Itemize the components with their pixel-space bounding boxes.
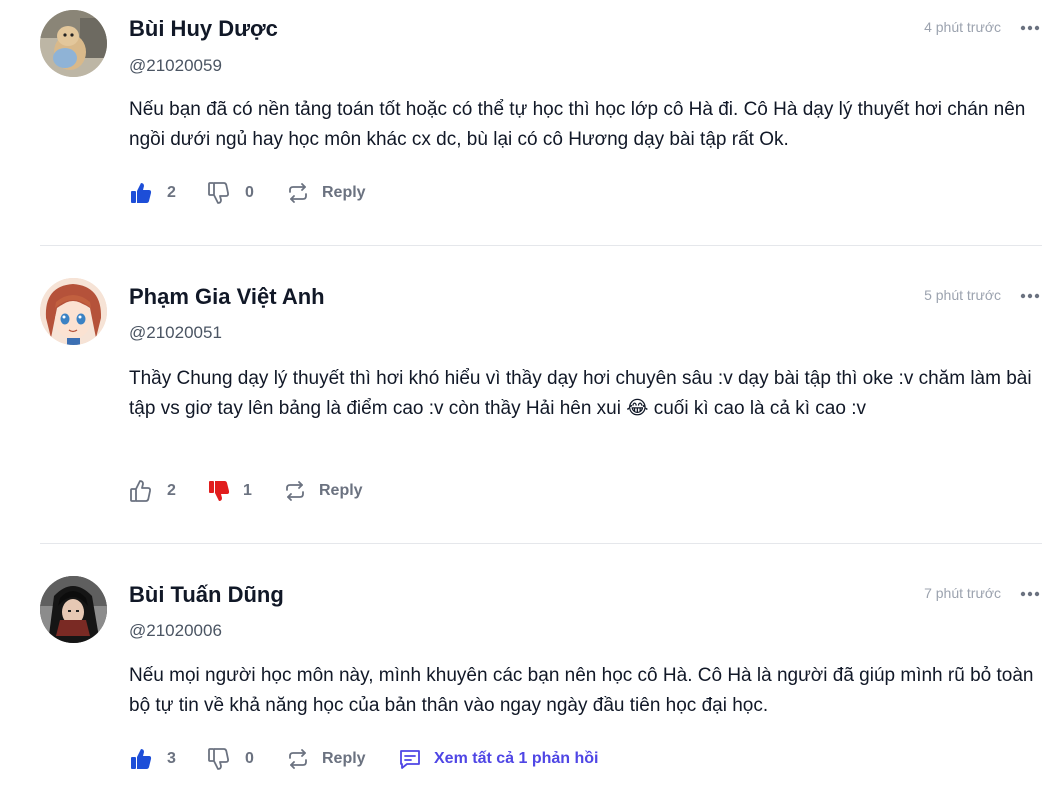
author-name[interactable]: Bùi Huy Dược: [129, 16, 278, 42]
more-options-button[interactable]: [1019, 584, 1041, 604]
avatar[interactable]: [40, 278, 107, 345]
comment-actions: 3 0 Reply Xem tất cả 1 phản hồi: [129, 746, 649, 772]
view-replies-label: Xem tất cả 1 phản hồi: [434, 750, 599, 767]
more-horizontal-icon: [1020, 25, 1040, 31]
comment-text-part: cuối kì cao là cả kì cao :v: [648, 398, 866, 419]
author-handle: @21020006: [129, 621, 222, 640]
like-button[interactable]: 2: [129, 180, 176, 206]
more-horizontal-icon: [1020, 293, 1040, 299]
comment-text: Nếu bạn đã có nền tảng toán tốt hoặc có …: [129, 99, 1026, 150]
comment-text: Nếu mọi người học môn này, mình khuyên c…: [129, 665, 1034, 716]
thumbs-down-icon: [209, 481, 230, 501]
like-count: 2: [167, 482, 176, 499]
thumbs-up-icon: [131, 183, 152, 203]
view-replies-button[interactable]: Xem tất cả 1 phản hồi: [398, 746, 598, 772]
comment-text-part: Thầy Chung dạy lý thuyết thì hơi khó hiể…: [129, 368, 1032, 419]
reply-icon: [286, 481, 304, 501]
comment-text: Thầy Chung dạy lý thuyết thì hơi khó hiể…: [129, 364, 1054, 424]
reply-button[interactable]: Reply: [283, 478, 363, 504]
author-name[interactable]: Phạm Gia Việt Anh: [129, 284, 325, 310]
dislike-count: 0: [245, 184, 254, 201]
thumbs-down-icon: [208, 182, 229, 204]
avatar-anime-image: [40, 278, 107, 345]
like-button[interactable]: 2: [129, 478, 176, 504]
dislike-button[interactable]: 1: [207, 478, 252, 504]
emoji-laughing: 😂: [626, 398, 649, 419]
like-count: 3: [167, 750, 176, 767]
like-button[interactable]: 3: [129, 746, 176, 772]
dislike-button[interactable]: 0: [207, 746, 254, 772]
comment-icon: [400, 750, 420, 769]
timestamp: 7 phút trước: [924, 585, 1001, 601]
author-handle: @21020059: [129, 56, 222, 75]
avatar[interactable]: [40, 10, 107, 77]
avatar-dog-image: [40, 10, 107, 77]
author-name[interactable]: Bùi Tuấn Dũng: [129, 582, 284, 608]
thumbs-down-icon: [208, 748, 229, 770]
dislike-button[interactable]: 0: [207, 180, 254, 206]
reply-icon: [289, 749, 307, 769]
author-handle: @21020051: [129, 323, 222, 342]
reply-label: Reply: [319, 482, 363, 499]
avatar-character-image: [40, 576, 107, 643]
like-count: 2: [167, 184, 176, 201]
reply-label: Reply: [322, 184, 366, 201]
thumbs-up-icon: [131, 749, 152, 769]
timestamp: 4 phút trước: [924, 19, 1001, 35]
thumbs-up-icon: [130, 480, 151, 502]
reply-icon: [289, 183, 307, 203]
divider: [40, 245, 1042, 246]
dislike-count: 0: [245, 750, 254, 767]
reply-button[interactable]: Reply: [286, 180, 366, 206]
reply-label: Reply: [322, 750, 366, 767]
more-options-button[interactable]: [1019, 286, 1041, 306]
reply-button[interactable]: Reply: [286, 746, 366, 772]
more-horizontal-icon: [1020, 591, 1040, 597]
timestamp: 5 phút trước: [924, 287, 1001, 303]
avatar[interactable]: [40, 576, 107, 643]
divider: [40, 543, 1042, 544]
dislike-count: 1: [243, 482, 252, 499]
more-options-button[interactable]: [1019, 18, 1041, 38]
